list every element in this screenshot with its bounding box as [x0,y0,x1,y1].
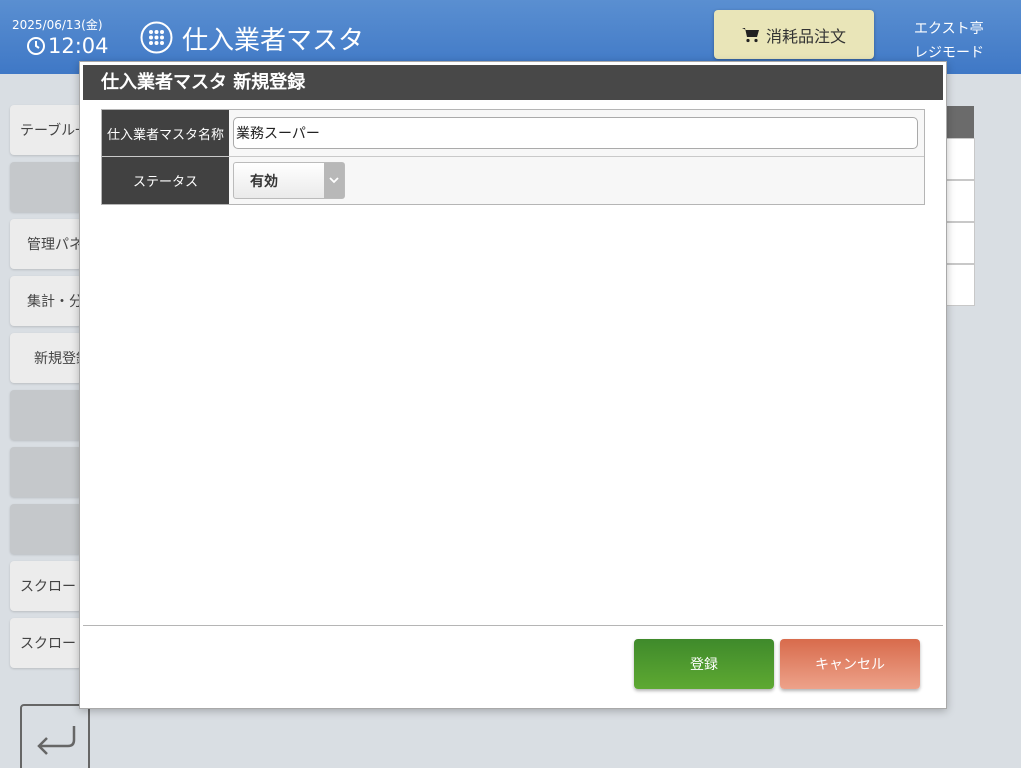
order-supplies-button[interactable]: 消耗品注文 [714,10,874,59]
background-table-cell [944,222,975,264]
sidebar-item-blank-1[interactable] [10,162,82,212]
sidebar-item-blank-4[interactable] [10,504,82,554]
clock-icon [27,37,45,55]
cart-icon [741,27,759,42]
sidebar-item-scroll-1[interactable]: スクロー [10,561,82,611]
register-button[interactable]: 登録 [634,639,774,689]
supplier-name-input[interactable] [233,117,918,149]
name-cell [229,110,924,156]
back-button[interactable] [20,704,90,768]
status-select[interactable]: 有効 [233,162,345,199]
select-arrow[interactable] [324,163,344,198]
status-label: ステータス [102,157,229,204]
form-row-name: 仕入業者マスタ名称 [102,110,924,157]
dialog-title: 仕入業者マスタ 新規登録 [83,65,943,100]
mode-label: レジモード [914,45,984,61]
cancel-button[interactable]: キャンセル [780,639,920,689]
form-row-status: ステータス 有効 [102,157,924,204]
sidebar-item-analytics[interactable]: 集計・分 [10,276,82,326]
background-table-cell [944,138,975,180]
status-select-value: 有効 [250,173,278,190]
background-table-cell [944,180,975,222]
sidebar-item-blank-2[interactable] [10,390,82,440]
return-arrow-icon [37,726,76,755]
shop-name: エクスト亭 [914,21,984,37]
form-table: 仕入業者マスタ名称 ステータス 有効 [101,109,925,205]
page-title: 仕入業者マスタ [182,26,365,56]
grid-menu-icon[interactable] [140,21,173,54]
header-time: 12:04 [26,34,109,58]
time-text: 12:04 [48,34,109,58]
sidebar-item-blank-3[interactable] [10,447,82,497]
register-dialog: 仕入業者マスタ 新規登録 仕入業者マスタ名称 ステータス 有効 [79,61,947,709]
order-button-label: 消耗品注文 [765,26,846,46]
background-table-header [944,106,974,138]
name-label: 仕入業者マスタ名称 [102,110,229,156]
chevron-down-icon [329,177,339,184]
background-table-cell [944,264,975,306]
sidebar-item-new-register[interactable]: 新規登録 [10,333,82,383]
sidebar-item-table[interactable]: テーブル一 [10,105,82,155]
sidebar-item-scroll-2[interactable]: スクロー [10,618,82,668]
header-date: 2025/06/13(金) [12,18,103,32]
status-cell: 有効 [229,157,924,204]
sidebar-item-admin-panel[interactable]: 管理パネ [10,219,82,269]
footer-divider [83,625,943,626]
